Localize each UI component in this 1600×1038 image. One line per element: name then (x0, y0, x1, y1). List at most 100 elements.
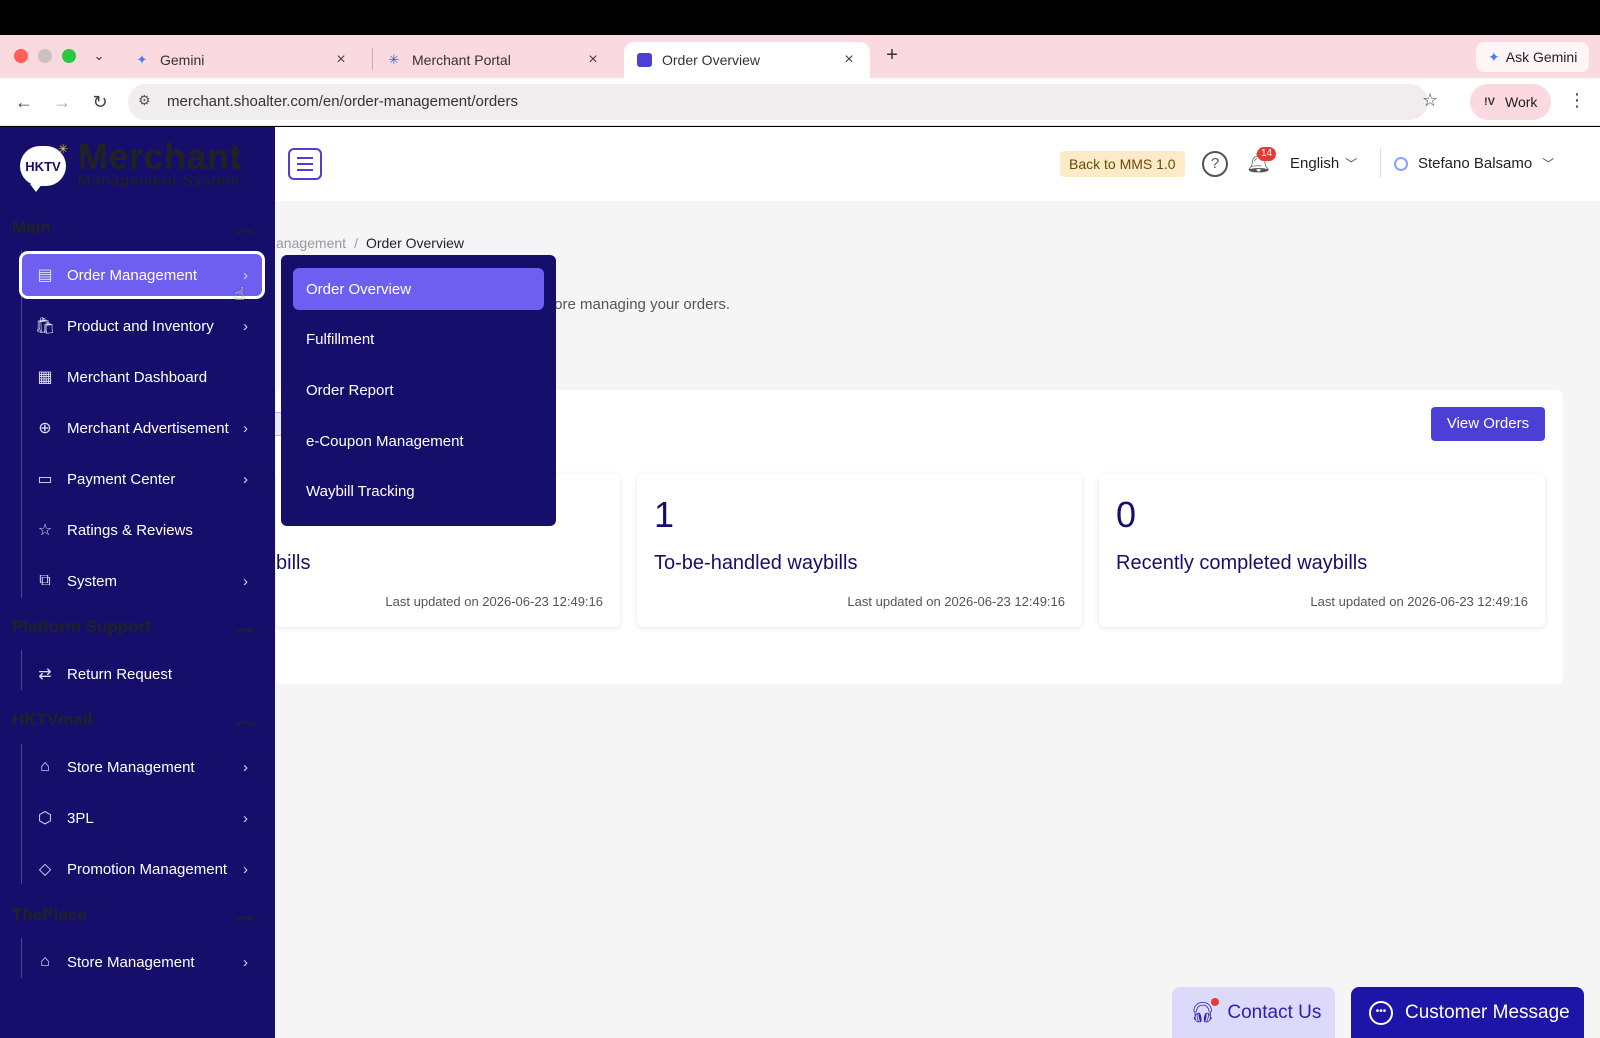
language-label: English (1290, 155, 1340, 172)
section-platform-support[interactable]: Platform Support ︿ (12, 617, 255, 637)
tab-gemini[interactable]: ✦ Gemini × (122, 42, 362, 78)
sidebar-item-theplace-store-management[interactable]: ⌂ Store Management › (22, 941, 262, 983)
sidebar-item-label: Product and Inventory (67, 317, 214, 335)
minimize-window-button[interactable] (38, 49, 52, 63)
close-window-button[interactable] (14, 49, 28, 63)
plus-circle-icon: ⊕ (38, 420, 52, 437)
sidebar-item-merchant-advertisement[interactable]: ⊕ Merchant Advertisement › (22, 407, 262, 449)
section-title: ThePlace (12, 905, 87, 924)
breadcrumb: anagement / Order Overview (276, 235, 464, 251)
view-orders-button[interactable]: View Orders (1431, 407, 1545, 441)
chevron-right-icon: › (243, 860, 248, 878)
section-title: Platform Support (12, 617, 151, 636)
section-theplace[interactable]: ThePlace ︿ (12, 905, 255, 925)
sidebar-item-product-inventory[interactable]: 🛍︎ Product and Inventory › (22, 305, 262, 347)
tab-order-overview[interactable]: Order Overview × (624, 42, 870, 78)
breadcrumb-separator: / (354, 235, 358, 251)
sidebar-item-system[interactable]: ⧉ System › (22, 560, 262, 602)
sidebar-item-order-management[interactable]: ▤ Order Management › (22, 254, 262, 296)
card-updated: Last updated on 2026-06-23 12:49:16 (1310, 594, 1528, 609)
site-settings-icon[interactable]: ⚙ (138, 92, 151, 109)
submenu-item-ecoupon-management[interactable]: e-Coupon Management (293, 420, 544, 462)
sidebar-item-promotion-management[interactable]: ◇ Promotion Management › (22, 848, 262, 890)
help-icon[interactable]: ? (1202, 151, 1228, 177)
breadcrumb-current: Order Overview (365, 235, 464, 251)
sidebar-item-3pl[interactable]: ⬡ 3PL › (22, 797, 262, 839)
submenu-item-order-overview[interactable]: Order Overview (293, 268, 544, 310)
sidebar-item-label: Store Management (67, 953, 195, 971)
close-icon[interactable]: × (584, 51, 602, 69)
headset-icon: 🎧︎ (1190, 998, 1220, 1025)
tab-title: Gemini (160, 52, 205, 68)
to-be-handled-card[interactable]: 1 To-be-handled waybills Last updated on… (637, 474, 1082, 627)
customer-message-label: Customer Message (1405, 1001, 1570, 1023)
submenu-item-order-report[interactable]: Order Report (293, 369, 544, 411)
submenu-item-waybill-tracking[interactable]: Waybill Tracking (293, 470, 544, 512)
breadcrumb-parent[interactable]: anagement (276, 235, 346, 251)
chat-bubble-icon: ••• (1369, 1000, 1393, 1025)
sidebar-item-label: Payment Center (67, 470, 176, 488)
gemini-icon: ✦ (1488, 48, 1500, 65)
logo-title: Merchant (78, 136, 243, 177)
sidebar-item-ratings-reviews[interactable]: ☆ Ratings & Reviews (22, 509, 262, 551)
avatar (1394, 156, 1408, 171)
order-icon: ▤ (37, 267, 53, 284)
forward-arrow-icon[interactable]: → (50, 90, 74, 114)
sidebar-item-merchant-dashboard[interactable]: ▦ Merchant Dashboard (22, 356, 262, 398)
card-label: bills (276, 552, 311, 574)
contact-us-label: Contact Us (1227, 1001, 1322, 1023)
menu-toggle-icon[interactable] (288, 148, 322, 180)
tab-search-dropdown-icon[interactable]: ⌄ (88, 46, 110, 66)
profile-label: Work (1505, 94, 1538, 110)
chevron-right-icon: › (243, 419, 248, 437)
url-text: merchant.shoalter.com/en/order-managemen… (167, 93, 519, 110)
reload-icon[interactable]: ↻ (88, 90, 112, 114)
contact-us-button[interactable]: 🎧︎ Contact Us (1172, 987, 1335, 1038)
submenu-item-fulfillment[interactable]: Fulfillment (293, 318, 544, 360)
profile-button[interactable]: !V Work (1470, 84, 1552, 120)
customer-message-button[interactable]: ••• Customer Message (1351, 987, 1584, 1038)
tab-merchant-portal[interactable]: ✳ Merchant Portal × (374, 42, 614, 78)
recently-completed-card[interactable]: 0 Recently completed waybills Last updat… (1099, 474, 1545, 627)
card-count: 1 (654, 494, 675, 535)
sidebar-item-label: System (67, 572, 118, 590)
merchant-logo[interactable]: HKTV Merchant Management System (20, 136, 243, 192)
chevron-down-icon: ﹀ (1542, 157, 1555, 171)
back-arrow-icon[interactable]: ← (12, 90, 36, 114)
tab-title: Order Overview (662, 52, 761, 68)
chevron-up-icon: ︿ (235, 619, 255, 635)
star-icon: ☆ (37, 522, 53, 539)
logo-subtitle: Management System (78, 172, 241, 189)
sidebar-item-label: Store Management (67, 758, 195, 776)
close-icon[interactable]: × (840, 51, 858, 69)
profile-logo-icon: !V (1484, 96, 1495, 108)
chevron-right-icon: › (243, 758, 248, 776)
maximize-window-button[interactable] (62, 49, 76, 63)
sidebar-item-return-request[interactable]: ⇄ Return Request (22, 653, 262, 695)
back-to-mms-button[interactable]: Back to MMS 1.0 (1060, 151, 1185, 177)
sidebar-item-store-management[interactable]: ⌂ Store Management › (22, 746, 262, 788)
language-selector[interactable]: English ﹀ (1290, 155, 1357, 172)
notification-badge: 14 (1257, 147, 1277, 161)
card-label: Recently completed waybills (1116, 552, 1368, 574)
user-menu[interactable]: Stefano Balsamo ﹀ (1394, 155, 1554, 172)
pointer-cursor-icon: ☝︎ (234, 284, 245, 304)
chevron-right-icon: › (243, 470, 248, 488)
gemini-icon: ✦ (136, 52, 148, 67)
close-icon[interactable]: × (332, 51, 350, 69)
card-updated: Last updated on 2026-06-23 12:49:16 (847, 594, 1065, 609)
section-hktvmall[interactable]: HKTVmall ︿ (12, 710, 255, 730)
chat-icon (636, 52, 652, 68)
ask-gemini-button[interactable]: ✦ Ask Gemini (1476, 42, 1590, 72)
section-main[interactable]: Main ︿ (12, 218, 255, 238)
browser-menu-icon[interactable]: ⋮ (1568, 90, 1586, 111)
sidebar-item-payment-center[interactable]: ▭ Payment Center › (22, 458, 262, 500)
bookmark-star-icon[interactable]: ☆ (1422, 90, 1438, 111)
new-tab-button[interactable]: + (880, 44, 904, 67)
chevron-right-icon: › (243, 953, 248, 971)
network-icon: ⬡ (38, 810, 52, 827)
bag-icon: 🛍︎ (34, 318, 56, 335)
sidebar-item-label: Merchant Dashboard (67, 368, 208, 386)
header-divider (1380, 148, 1381, 178)
sidebar-item-label: 3PL (67, 809, 94, 827)
